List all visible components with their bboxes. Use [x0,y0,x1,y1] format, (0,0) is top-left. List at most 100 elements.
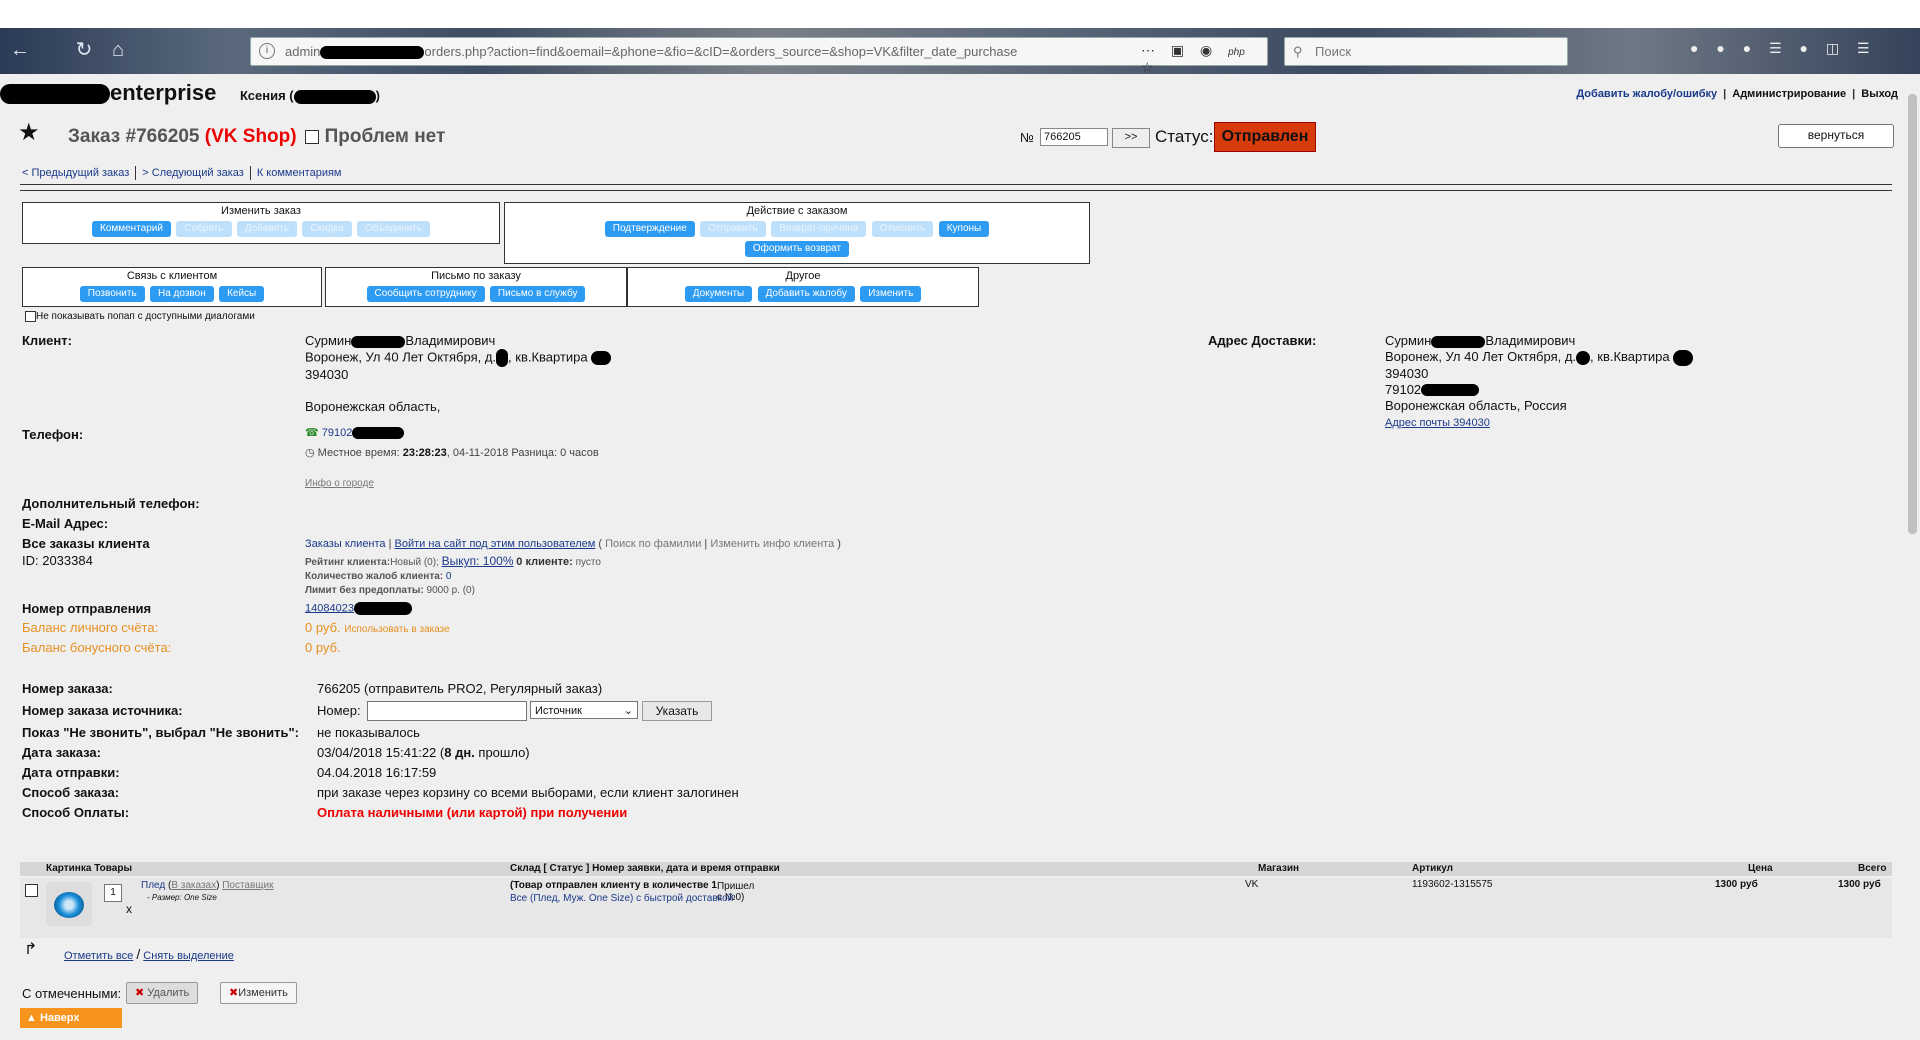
order-shop: (VK Shop) [204,126,297,147]
shipment-link[interactable]: 14084023 [305,602,354,614]
deselect-link[interactable]: Снять выделение [143,950,234,962]
scrollbar[interactable] [1905,74,1920,1040]
menu-icon[interactable]: ☰ [1857,40,1870,56]
send-button[interactable]: Отправить [700,221,766,237]
call-button[interactable]: Позвонить [79,286,145,302]
ship-date-value: 04.04.2018 16:17:59 [317,765,437,780]
variant-link[interactable]: Все (Плед, Муж. One Size) с быстрой дост… [510,893,733,904]
order-action-box: Действие с заказом Подтверждение Отправи… [504,202,1090,264]
problem-checkbox[interactable] [304,129,319,144]
redial-button[interactable]: На дозвон [150,286,214,302]
extension-icon[interactable]: ◉ [1200,42,1212,58]
notify-employee-button[interactable]: Сообщить сотруднику [366,286,485,302]
use-balance-link[interactable]: Использовать в заказе [344,624,449,635]
scrollbar-thumb[interactable] [1908,94,1917,534]
order-nav: < Предыдущий заказ > Следующий заказ К ком… [22,166,341,180]
phone-row: ☎ 79102 [305,426,405,440]
with-selected-label: С отмеченными: [22,986,122,1001]
confirm-button[interactable]: Подтверждение [604,221,695,237]
prev-order-link[interactable]: < Предыдущий заказ [22,167,129,179]
in-orders-link[interactable]: В заказах [171,880,216,891]
chevron-down-icon: ⌄ [623,705,633,717]
delivery-address: Сурмин Владимирович Воронеж, Ул 40 Лет Ок… [1385,333,1694,431]
row-checkbox[interactable] [25,884,38,897]
select-all-link[interactable]: Отметить все [64,950,133,962]
collect-button[interactable]: Собрать [176,221,232,237]
logo: enterprise [0,80,216,106]
add-complaint-button[interactable]: Добавить жалобу [757,286,855,302]
client-contact-box: Связь с клиентом Позвонить На дозвон Кей… [22,267,322,307]
supplier-link[interactable]: Поставщик [222,880,273,891]
return-reason-button[interactable]: Возврат-причина [771,221,867,237]
back-icon[interactable]: ← [6,37,34,63]
sidebar-icon[interactable]: ◫ [1826,40,1839,56]
favorite-star-icon[interactable]: ★ [18,118,40,147]
pocket-icon[interactable]: ▣ [1171,42,1184,58]
info-icon[interactable]: i [259,43,275,59]
box-heading: Связь с клиентом [126,270,218,282]
coupons-button[interactable]: Купоны [938,221,990,237]
addon-icon[interactable]: ● [1690,40,1698,56]
popup-checkbox[interactable] [25,311,36,322]
delete-button[interactable]: ✖ Удалить [126,982,199,1004]
add-complaint-link[interactable]: Добавить жалобу/ошибку [1576,88,1717,100]
documents-button[interactable]: Документы [684,286,753,302]
addon-icon[interactable]: ● [1716,40,1724,56]
post-address-link[interactable]: Адрес почты 394030 [1385,417,1490,429]
address-bar[interactable]: i admin orders.php?action=find&oemail=&ph… [250,37,1268,75]
city-info-link[interactable]: Инфо о городе [305,478,374,489]
comment-button[interactable]: Комментарий [91,221,171,237]
personal-balance: 0 руб. Использовать в заказе [305,620,450,635]
letter-service-button[interactable]: Письмо в службу [489,286,586,302]
buyout-link[interactable]: Выкуп: 100% [442,554,514,568]
product-image[interactable] [46,882,92,926]
home-icon[interactable]: ⌂ [104,37,132,63]
popup-toggle[interactable]: Не показывать попап с доступными диалога… [25,311,255,322]
admin-link[interactable]: Администрирование [1732,88,1846,100]
client-stats: Рейтинг клиента:Новый (0); Выкуп: 100% 0… [305,554,601,596]
login-as-user-link[interactable]: Войти на сайт под этим пользователем [395,538,596,550]
edit-client-info-link[interactable]: Изменить инфо клиента [710,538,834,550]
order-no-label: Номер заказа: [22,681,113,696]
client-orders-link[interactable]: Заказы клиента [305,538,386,550]
order-date-value: 03/04/2018 15:41:22 (8 дн. прошло) [317,745,530,760]
more-icon[interactable]: ⋯ [1141,42,1155,58]
search-icon: ⚲ [1293,44,1303,59]
reload-icon[interactable]: ↻ [70,37,98,63]
status-badge: Отправлен [1214,122,1316,152]
change-order-box: Изменить заказ Комментарий Собрать Добав… [22,202,500,244]
php-icon[interactable]: php [1228,47,1245,58]
cases-button[interactable]: Кейсы [219,286,265,302]
search-input[interactable]: ⚲ Поиск [1284,37,1568,66]
edit-selected-button[interactable]: ✖Изменить [220,982,297,1004]
url-prefix: admin [285,44,321,59]
edit-button[interactable]: Изменить [860,286,922,302]
add-button[interactable]: Добавить [236,221,298,237]
order-number-input[interactable]: 766205 [1040,128,1108,146]
product-size: - Размер: One Size [147,893,217,902]
issue-return-button[interactable]: Оформить возврат [744,241,850,257]
discount-button[interactable]: Скидка [302,221,352,237]
bookmark-star-icon[interactable]: ☆ [1141,59,1154,75]
cancel-button[interactable]: Отменить [871,221,934,237]
phone-icon[interactable]: ☎ [305,427,319,439]
search-surname-link[interactable]: Поиск по фамилии [605,538,701,550]
go-button[interactable]: >> [1112,128,1150,148]
addon-icon[interactable]: ● [1743,40,1751,56]
source-number-input[interactable] [367,701,527,721]
quantity-field[interactable]: 1 [104,884,122,902]
merge-button[interactable]: Объединить [356,221,431,237]
source-select[interactable]: Источник ⌄ [530,701,638,719]
next-order-link[interactable]: > Следующий заказ [142,167,244,179]
back-button[interactable]: вернуться [1778,124,1894,148]
box-heading: Письмо по заказу [431,270,521,282]
addon-icon[interactable]: ● [1800,40,1808,56]
comments-link[interactable]: К комментариям [257,167,342,179]
source-submit-button[interactable]: Указать [642,701,712,721]
logout-link[interactable]: Выход [1861,88,1898,100]
phone-link[interactable]: 79102 [322,427,353,439]
product-link[interactable]: Плед [141,880,165,891]
library-icon[interactable]: ☰ [1769,40,1782,56]
row-shop: VK [1245,879,1259,890]
to-top-button[interactable]: ▲ Наверх [20,1008,122,1028]
